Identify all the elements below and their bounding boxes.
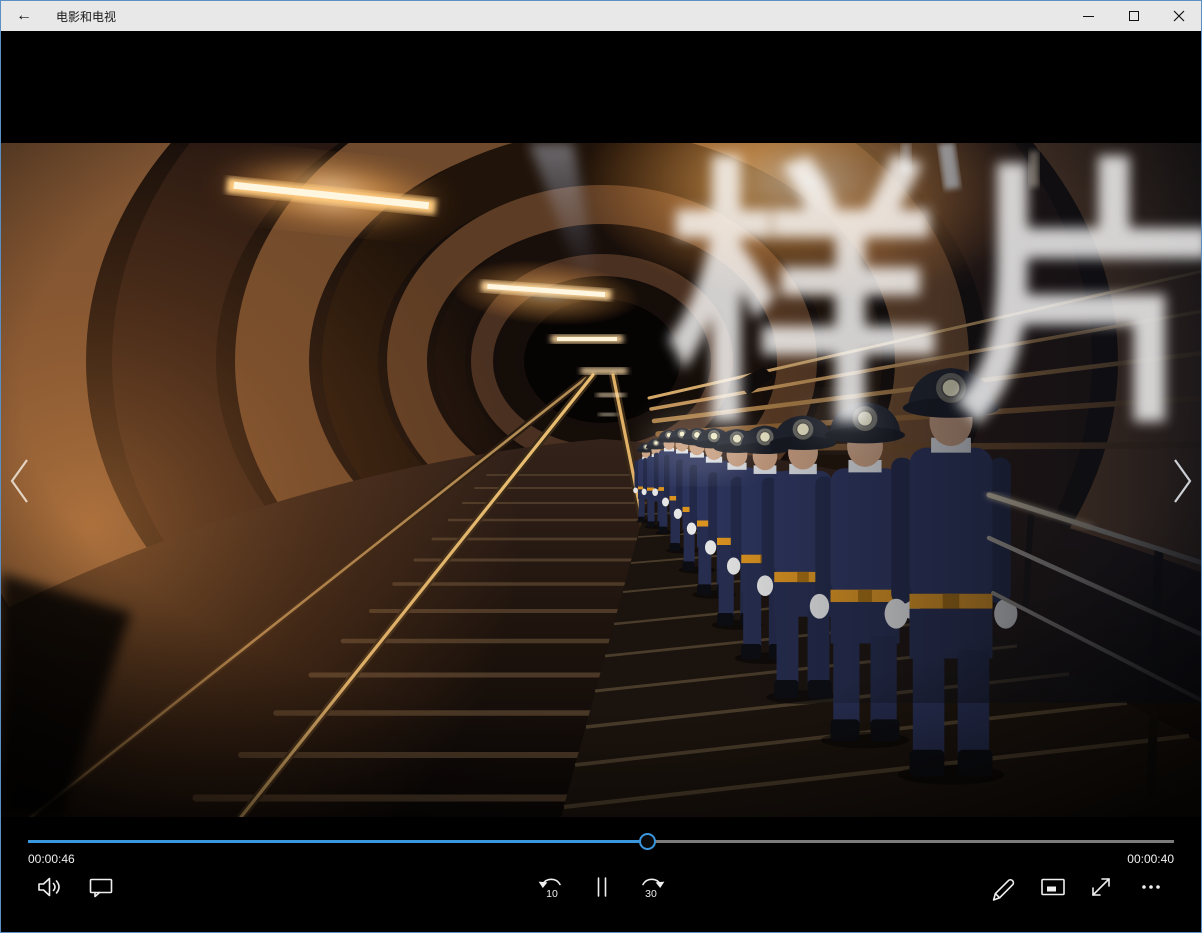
minimize-icon — [1083, 16, 1094, 17]
fullscreen-button[interactable] — [1084, 870, 1118, 904]
skip-back-10-icon: 10 — [536, 872, 566, 902]
close-button[interactable] — [1156, 1, 1201, 31]
back-button[interactable]: ← — [1, 1, 47, 31]
more-options-button[interactable] — [1134, 870, 1168, 904]
movies-tv-window: ← 电影和电视 — [0, 0, 1202, 933]
more-options-icon — [1136, 872, 1166, 902]
seek-bar[interactable] — [28, 833, 1174, 849]
fullscreen-icon — [1086, 872, 1116, 902]
captions-icon — [87, 873, 115, 901]
captions-button[interactable] — [84, 870, 118, 904]
video-surface[interactable]: 样片 00:00:46 00:00:40 — [1, 31, 1201, 932]
next-button[interactable] — [1167, 455, 1197, 509]
minimize-button[interactable] — [1066, 1, 1111, 31]
seek-handle[interactable] — [639, 833, 656, 850]
close-icon — [1173, 10, 1185, 22]
edit-pencil-icon — [988, 872, 1018, 902]
chevron-right-icon — [1169, 456, 1195, 506]
skip-forward-30-icon: 30 — [637, 872, 667, 902]
edit-button[interactable] — [986, 870, 1020, 904]
player-controls: 00:00:46 00:00:40 10 — [1, 814, 1201, 932]
previous-button[interactable] — [5, 455, 35, 509]
skip-back-button[interactable]: 10 — [534, 870, 568, 904]
maximize-button[interactable] — [1111, 1, 1156, 31]
volume-button[interactable] — [32, 870, 66, 904]
elapsed-time: 00:00:46 — [28, 852, 75, 866]
titlebar: ← 电影和电视 — [1, 1, 1201, 31]
maximize-icon — [1129, 11, 1139, 21]
shading-overlays — [1, 143, 1202, 817]
mini-player-button[interactable] — [1036, 870, 1070, 904]
seek-progress — [28, 840, 648, 843]
back-icon: ← — [16, 7, 32, 25]
app-title: 电影和电视 — [56, 8, 116, 25]
mini-player-icon — [1038, 872, 1068, 902]
pause-button[interactable] — [585, 870, 619, 904]
volume-icon — [35, 873, 63, 901]
skip-forward-button[interactable]: 30 — [635, 870, 669, 904]
chevron-left-icon — [7, 456, 33, 506]
svg-text:30: 30 — [645, 888, 657, 900]
pause-icon — [588, 873, 616, 901]
remaining-time: 00:00:40 — [1127, 852, 1174, 866]
video-frame-mine-tunnel — [1, 143, 1202, 817]
svg-text:10: 10 — [546, 888, 558, 900]
